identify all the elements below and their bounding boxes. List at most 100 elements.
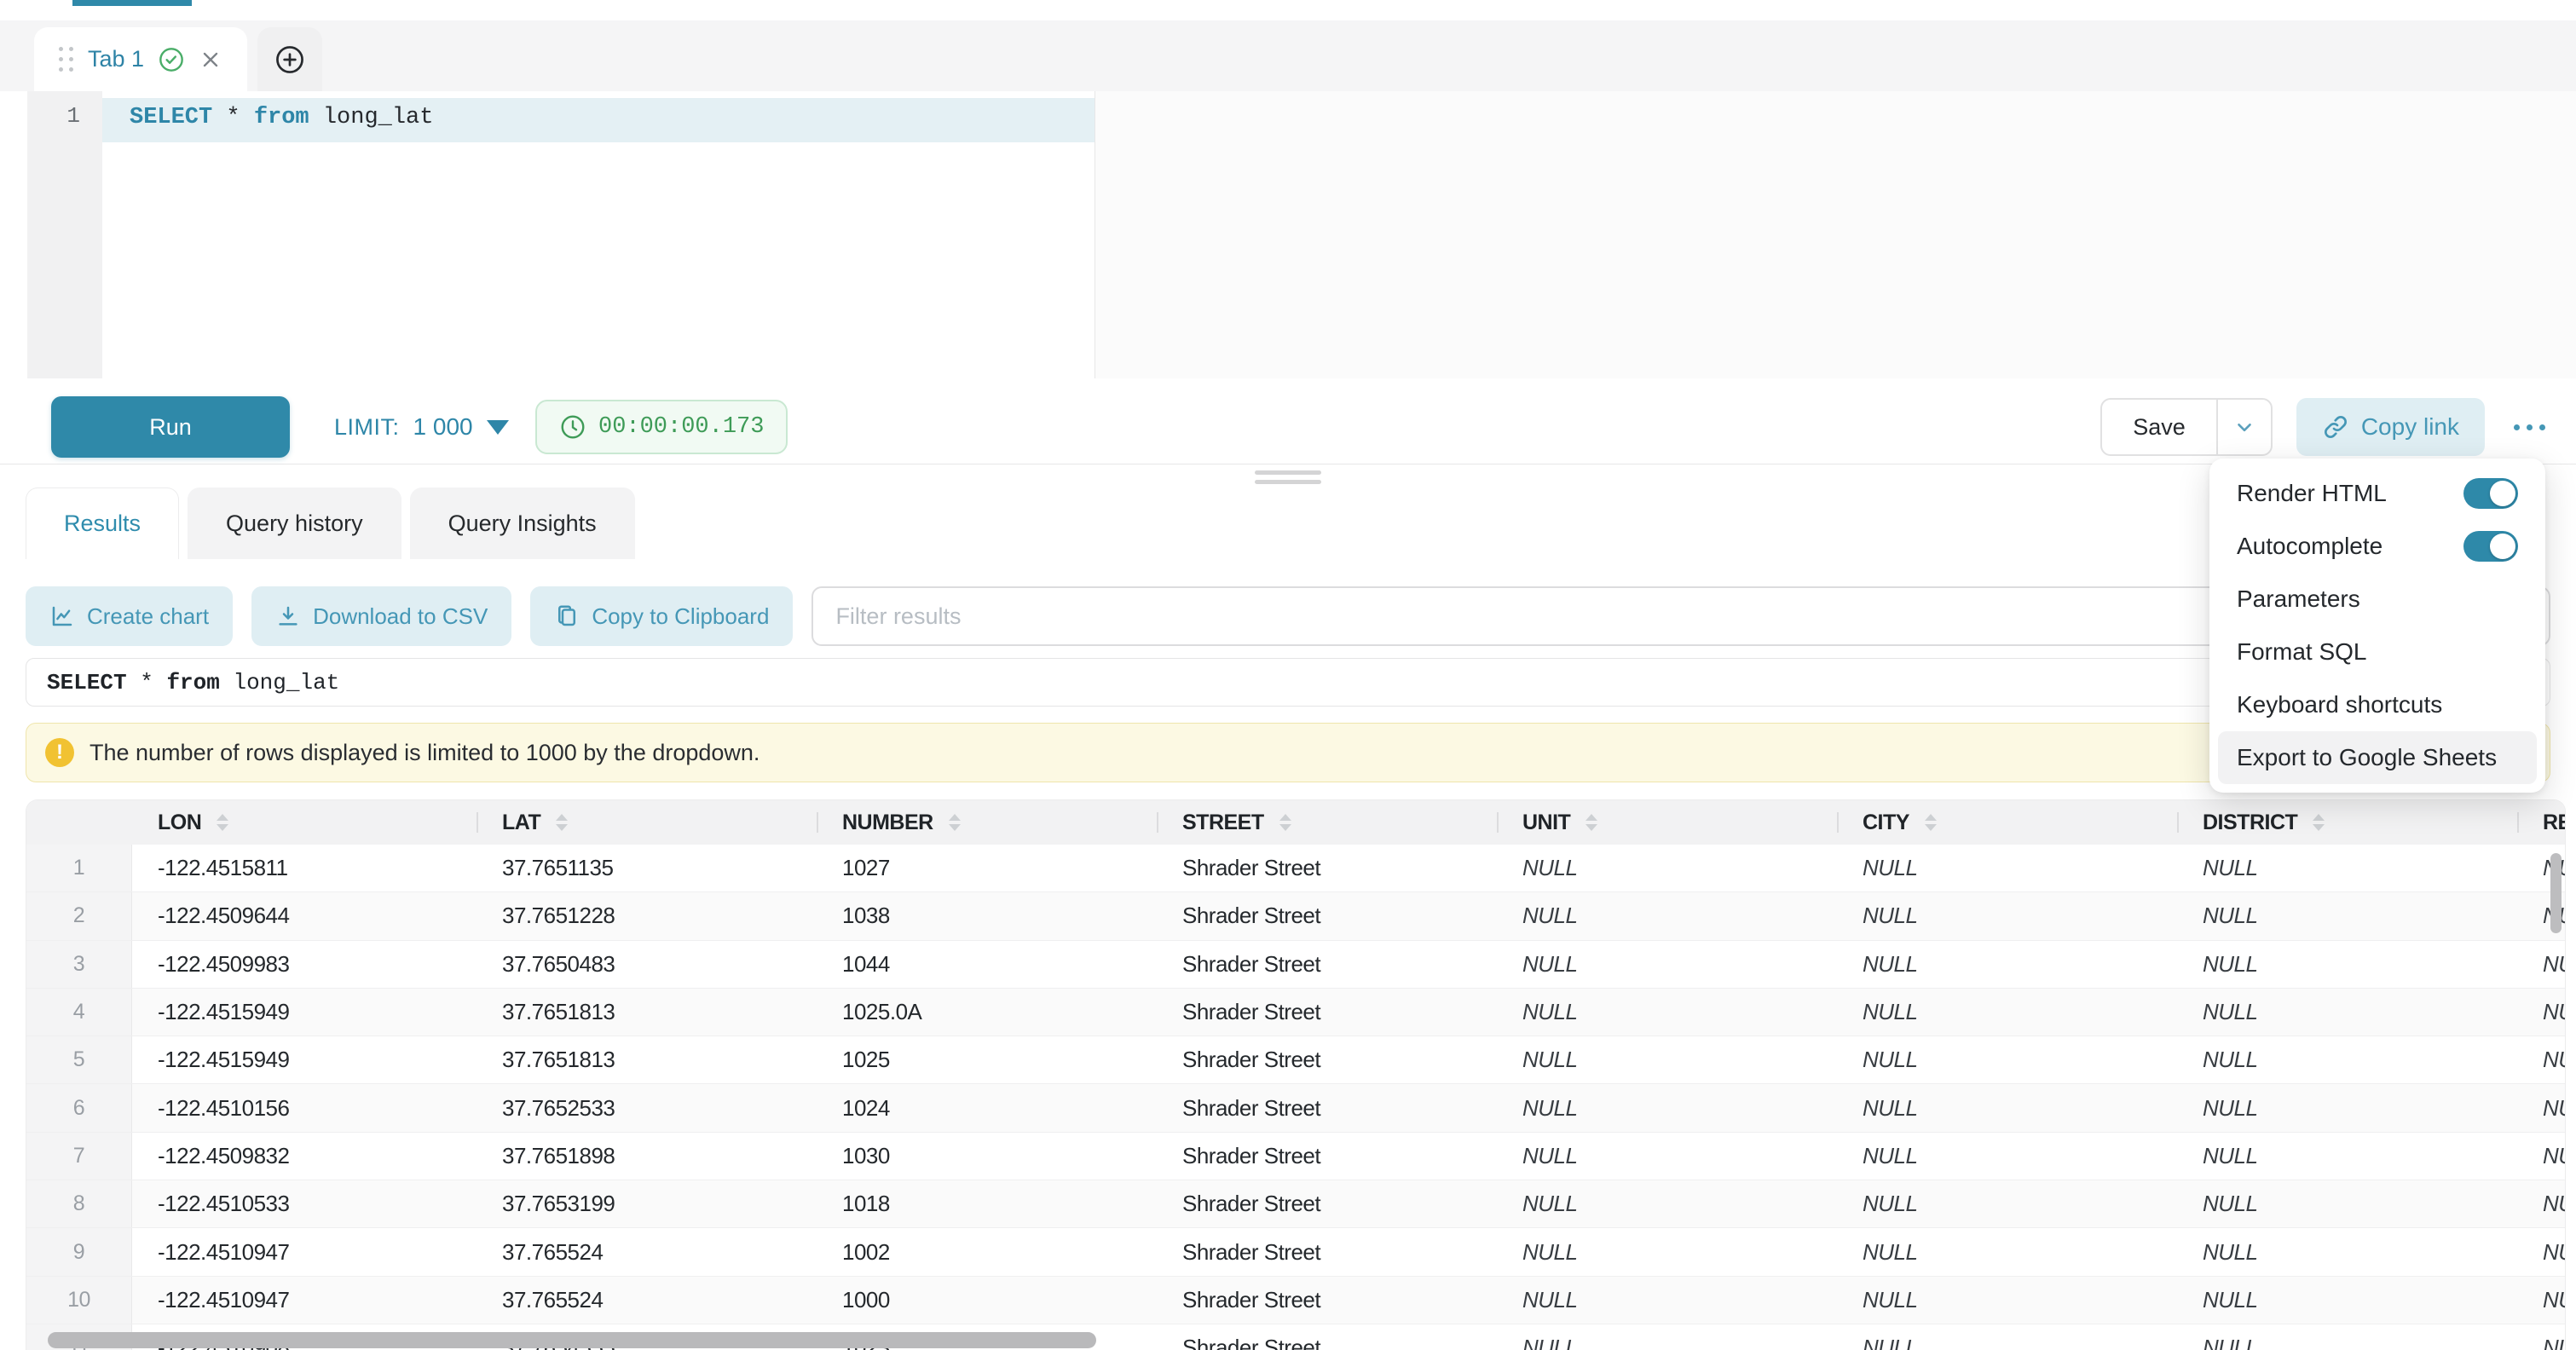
cell-lon: -122.4509983 [132, 941, 477, 988]
column-header[interactable]: CITY [1837, 800, 2177, 845]
toolbar-right-group: Save Copy link [2100, 396, 2550, 458]
sql-editor[interactable]: 1 SELECT * from long_lat [0, 91, 2576, 378]
row-number: 2 [26, 892, 132, 939]
limit-dropdown[interactable]: LIMIT: 1 000 [334, 396, 509, 458]
results-tab[interactable]: Query Insights [410, 488, 635, 559]
timer-value: 00:00:00.173 [598, 414, 764, 440]
sql-code-line[interactable]: SELECT * from long_lat [130, 105, 433, 130]
row-number: 5 [26, 1036, 132, 1083]
chart-icon [49, 603, 75, 629]
column-header[interactable]: DISTRICT [2177, 800, 2517, 845]
toggle-switch[interactable] [2463, 478, 2518, 509]
save-button[interactable]: Save [2102, 400, 2216, 454]
cell-district: NULL [2177, 941, 2517, 988]
run-button[interactable]: Run [51, 396, 290, 458]
cell-district: NULL [2177, 989, 2517, 1036]
create-chart-button[interactable]: Create chart [26, 586, 233, 646]
editor-tab-strip: Tab 1 [0, 20, 2576, 91]
menu-item[interactable]: Format SQL [2218, 626, 2537, 678]
cell-number: 1025.0A [817, 989, 1157, 1036]
row-number: 6 [26, 1084, 132, 1131]
cell-street: Shrader Street [1157, 1277, 1497, 1324]
drag-grip-icon[interactable] [59, 47, 74, 72]
cell-region: NULL [2517, 1180, 2566, 1227]
cell-district: NULL [2177, 1324, 2517, 1350]
cell-unit: NULL [1497, 845, 1837, 891]
cell-city: NULL [1837, 892, 2177, 939]
vertical-scrollbar-thumb[interactable] [2550, 853, 2562, 933]
menu-item[interactable]: Parameters [2218, 573, 2537, 626]
cell-unit: NULL [1497, 1084, 1837, 1131]
cell-street: Shrader Street [1157, 1084, 1497, 1131]
table-row: 6 -122.4510156 37.7652533 1024 Shrader S… [26, 1084, 2565, 1132]
cell-district: NULL [2177, 892, 2517, 939]
cell-street: Shrader Street [1157, 941, 1497, 988]
table-row: 1 -122.4515811 37.7651135 1027 Shrader S… [26, 845, 2565, 892]
cell-street: Shrader Street [1157, 1180, 1497, 1227]
cell-unit: NULL [1497, 1036, 1837, 1083]
cell-street: Shrader Street [1157, 1133, 1497, 1180]
cell-street: Shrader Street [1157, 892, 1497, 939]
row-number: 7 [26, 1133, 132, 1180]
cell-number: 1044 [817, 941, 1157, 988]
cell-number: 1018 [817, 1180, 1157, 1227]
cell-lat: 37.7651898 [477, 1133, 817, 1180]
more-options-button[interactable] [2509, 416, 2550, 439]
column-header[interactable]: RE [2517, 800, 2566, 845]
horizontal-scrollbar-thumb[interactable] [48, 1332, 1096, 1348]
sort-icon[interactable] [949, 814, 961, 831]
column-header[interactable]: STREET [1157, 800, 1497, 845]
close-tab-icon[interactable] [199, 48, 222, 72]
cell-district: NULL [2177, 1180, 2517, 1227]
toggle-switch[interactable] [2463, 531, 2518, 562]
table-row: 7 -122.4509832 37.7651898 1030 Shrader S… [26, 1133, 2565, 1180]
cell-lon: -122.4515949 [132, 989, 477, 1036]
table-row: 2 -122.4509644 37.7651228 1038 Shrader S… [26, 892, 2565, 940]
cell-unit: NULL [1497, 989, 1837, 1036]
sort-icon[interactable] [556, 814, 568, 831]
menu-item[interactable]: Keyboard shortcuts [2218, 678, 2537, 731]
column-header[interactable]: LAT [477, 800, 817, 845]
save-options-button[interactable] [2218, 400, 2271, 454]
menu-item[interactable]: Autocomplete [2218, 520, 2537, 573]
new-tab-button[interactable] [257, 27, 322, 91]
sort-icon[interactable] [2313, 814, 2325, 831]
cell-city: NULL [1837, 1277, 2177, 1324]
query-tab[interactable]: Tab 1 [34, 27, 247, 91]
sort-icon[interactable] [1279, 814, 1291, 831]
cell-street: Shrader Street [1157, 1036, 1497, 1083]
cell-lat: 37.7652533 [477, 1084, 817, 1131]
copy-link-button[interactable]: Copy link [2296, 398, 2485, 456]
link-icon [2322, 413, 2349, 441]
results-tab[interactable]: Results [26, 488, 179, 559]
column-header[interactable]: LON [132, 800, 477, 845]
cell-lat: 37.765524 [477, 1228, 817, 1275]
copy-clipboard-button[interactable]: Copy to Clipboard [530, 586, 793, 646]
cell-district: NULL [2177, 1133, 2517, 1180]
column-header[interactable]: NUMBER [817, 800, 1157, 845]
sort-icon[interactable] [1925, 814, 1937, 831]
menu-item[interactable]: Render HTML [2218, 467, 2537, 520]
sort-icon[interactable] [217, 814, 228, 831]
cell-region: NULL [2517, 1036, 2566, 1083]
execution-timer: 00:00:00.173 [535, 400, 788, 454]
menu-item[interactable]: Export to Google Sheets [2218, 731, 2537, 784]
download-csv-button[interactable]: Download to CSV [251, 586, 511, 646]
cell-lon: -122.4510947 [132, 1277, 477, 1324]
sort-icon[interactable] [1585, 814, 1597, 831]
panel-resize-handle[interactable] [1255, 470, 1321, 484]
table-row: 8 -122.4510533 37.7653199 1018 Shrader S… [26, 1180, 2565, 1228]
column-header[interactable]: UNIT [1497, 800, 1837, 845]
cell-unit: NULL [1497, 1277, 1837, 1324]
cell-city: NULL [1837, 1084, 2177, 1131]
results-tab[interactable]: Query history [188, 488, 401, 559]
row-number-header [26, 800, 132, 845]
clipboard-icon [554, 603, 580, 629]
cell-number: 1025 [817, 1036, 1157, 1083]
cell-unit: NULL [1497, 1133, 1837, 1180]
cell-district: NULL [2177, 845, 2517, 891]
results-actions-row: Create chart Download to CSV Copy to Cli… [26, 586, 2550, 646]
table-row: 9 -122.4510947 37.765524 1002 Shrader St… [26, 1228, 2565, 1276]
cell-city: NULL [1837, 1324, 2177, 1350]
row-number: 8 [26, 1180, 132, 1227]
